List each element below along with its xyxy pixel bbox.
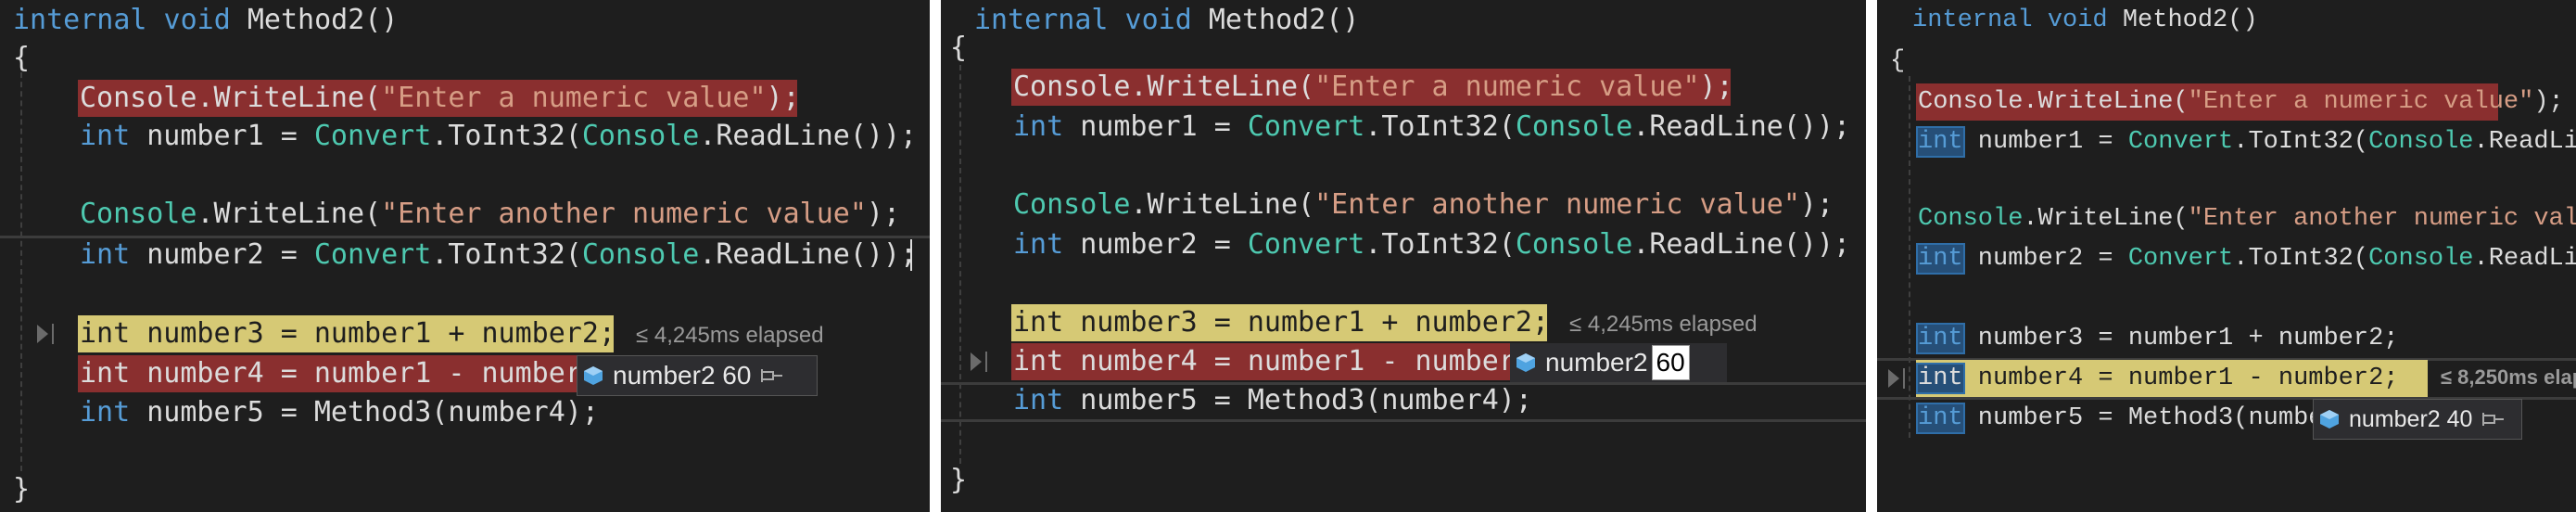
method-signature[interactable]: internal void Method2() <box>974 2 1359 39</box>
indent-guide <box>959 65 961 464</box>
datatip-variable-name: number2 <box>613 361 716 390</box>
indent-guide <box>1909 76 1910 438</box>
int-keyword-box: int <box>1916 323 1965 354</box>
code-line-number2[interactable]: int number2 = Convert.ToInt32(Console.Re… <box>1916 240 2576 277</box>
pin-icon[interactable] <box>760 367 784 384</box>
code-line-number5[interactable]: int number5 = Method3(number4) <box>1916 400 2368 437</box>
code-line-number2[interactable]: int number2 = Convert.ToInt32(Console.Re… <box>1013 226 1850 263</box>
int-keyword-box: int <box>1916 363 1965 394</box>
perf-tip-elapsed: ≤ 4,245ms elapsed <box>1569 312 1758 337</box>
pin-icon[interactable] <box>2481 411 2506 428</box>
code-line-writeline-2[interactable]: Console.WriteLine("Enter another numeric… <box>1013 186 1834 224</box>
code-line-number4[interactable]: int number4 = number1 - number <box>1013 343 1516 380</box>
run-to-click-bar <box>985 352 987 372</box>
variable-cube-icon <box>584 366 603 385</box>
method-signature[interactable]: internal void Method2() <box>13 2 398 39</box>
datatip-variable-name: number2 <box>1545 348 1648 377</box>
open-brace: { <box>13 42 31 74</box>
variable-cube-icon <box>2320 410 2339 429</box>
indent-guide <box>20 63 22 471</box>
code-line-number1[interactable]: int number1 = Convert.ToInt32(Console.Re… <box>80 118 917 155</box>
variable-cube-icon <box>1516 353 1535 372</box>
datatip-number2[interactable]: number2 60 <box>577 355 818 396</box>
open-brace: { <box>950 32 968 64</box>
datatip-variable-name: number2 <box>2349 405 2441 432</box>
panel-divider <box>1866 0 1877 512</box>
code-line-number5[interactable]: int number5 = Method3(number4); <box>1013 382 1532 419</box>
method-signature[interactable]: internal void Method2() <box>1912 2 2258 39</box>
current-line-border <box>941 419 1866 422</box>
code-line-number4[interactable]: int number4 = number1 - number <box>80 355 582 392</box>
code-editor-panel-3: internal void Method2() { Console.WriteL… <box>1877 0 2576 512</box>
code-editor-panel-1: internal void Method2() { Console.WriteL… <box>0 0 930 512</box>
code-line-number1[interactable]: int number1 = Convert.ToInt32(Console.Re… <box>1013 109 1850 146</box>
run-to-click-arrow[interactable] <box>37 325 48 343</box>
code-line-writeline-1[interactable]: Console.WriteLine("Enter a numeric value… <box>1013 69 1733 106</box>
text-caret <box>910 239 912 271</box>
panel-divider <box>930 0 941 512</box>
run-to-click-bar <box>1903 368 1905 389</box>
run-to-click-bar <box>52 324 54 344</box>
perf-tip-elapsed: ≤ 4,245ms elapsed <box>636 323 824 348</box>
close-brace: } <box>950 464 968 496</box>
datatip-number2[interactable]: number2 40 <box>2313 399 2522 440</box>
int-keyword-box: int <box>1916 126 1965 158</box>
datatip-value[interactable]: 60 <box>722 361 751 390</box>
run-to-click-arrow[interactable] <box>971 352 982 371</box>
code-line-writeline-1[interactable]: Console.WriteLine("Enter a numeric value… <box>1918 83 2564 121</box>
int-keyword-box: int <box>1916 243 1965 275</box>
code-line-number4[interactable]: int number4 = number1 - number2; <box>1916 360 2399 397</box>
code-line-writeline-2[interactable]: Console.WriteLine("Enter another numeric… <box>1918 200 2576 237</box>
perf-tip-elapsed: ≤ 8,250ms elapsed <box>2441 365 2576 389</box>
code-line-writeline-2[interactable]: Console.WriteLine("Enter another numeric… <box>80 196 900 233</box>
code-line-number3[interactable]: int number3 = number1 + number2; <box>1916 320 2399 357</box>
code-line-number1[interactable]: int number1 = Convert.ToInt32(Console.Re… <box>1916 123 2576 160</box>
code-editor-panel-2: internal void Method2() { Console.WriteL… <box>941 0 1866 512</box>
datatip-number2[interactable]: number2 60 <box>1510 343 1727 382</box>
datatip-value-editor[interactable]: 60 <box>1651 345 1690 380</box>
code-line-number3[interactable]: int number3 = number1 + number2; <box>80 315 615 352</box>
code-line-number5[interactable]: int number5 = Method3(number4); <box>80 394 599 431</box>
code-line-number2[interactable]: int number2 = Convert.ToInt32(Console.Re… <box>80 237 917 274</box>
run-to-click-arrow[interactable] <box>1888 369 1899 388</box>
close-brace: } <box>13 473 31 506</box>
int-keyword-box: int <box>1916 403 1965 434</box>
code-line-number3[interactable]: int number3 = number1 + number2; <box>1013 304 1549 341</box>
code-line-writeline-1[interactable]: Console.WriteLine("Enter a numeric value… <box>80 80 800 117</box>
open-brace: { <box>1890 47 1906 75</box>
datatip-value[interactable]: 40 <box>2447 406 2473 433</box>
